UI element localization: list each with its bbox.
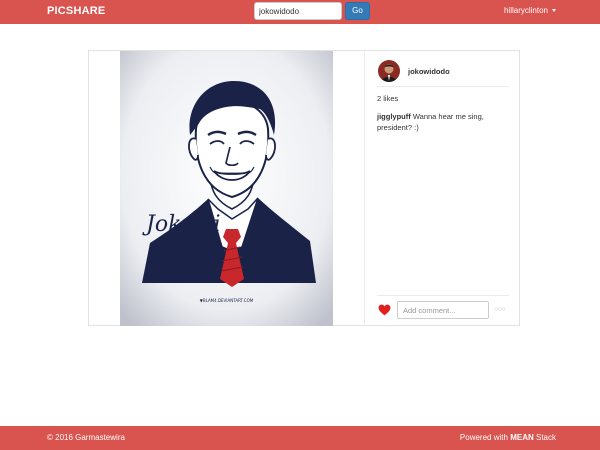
brand-logo[interactable]: PICSHARE [47, 5, 105, 17]
author-row: jokowidodo [377, 59, 509, 87]
avatar[interactable] [378, 60, 400, 82]
post-side-panel: jokowidodo 2 likes jigglypuff Wanna hear… [364, 51, 520, 326]
powered-prefix: Powered with [459, 433, 508, 442]
user-menu-label: hillaryclinton [503, 6, 548, 15]
portrait-illustration: Jokowi ▼BLAM4.DEVIANTART.COM [120, 51, 333, 326]
powered-by-text: Powered with MEAN Stack [460, 433, 556, 442]
signature-text: Jokowi [142, 212, 221, 237]
copyright-text: © 2016 Garmastewira [47, 433, 125, 442]
comment-user[interactable]: jigglypuff [377, 112, 411, 121]
chevron-down-icon [552, 9, 556, 13]
user-menu[interactable]: hillaryclinton [504, 6, 556, 15]
footer: © 2016 Garmastewira Powered with MEAN St… [0, 426, 600, 450]
comment-row: ○○○ [377, 295, 509, 321]
likes-count: 2 likes [377, 94, 399, 103]
top-navbar: PICSHARE Go hillaryclinton [0, 0, 600, 24]
comment-item: jigglypuff Wanna hear me sing, president… [377, 111, 507, 133]
comment-input[interactable] [397, 301, 489, 319]
search-input[interactable] [254, 2, 342, 20]
heart-icon[interactable] [378, 304, 391, 316]
go-button[interactable]: Go [345, 2, 370, 20]
powered-suffix: Stack [535, 433, 556, 442]
ellipsis-icon[interactable]: ○○○ [494, 306, 506, 313]
watermark-text: ▼BLAM4.DEVIANTART.COM [200, 298, 254, 303]
powered-brand: MEAN [510, 433, 534, 442]
post-image[interactable]: Jokowi ▼BLAM4.DEVIANTART.COM [120, 51, 333, 326]
post-card: Jokowi ▼BLAM4.DEVIANTART.COM jokowidodo … [88, 50, 520, 326]
author-name[interactable]: jokowidodo [408, 67, 450, 76]
